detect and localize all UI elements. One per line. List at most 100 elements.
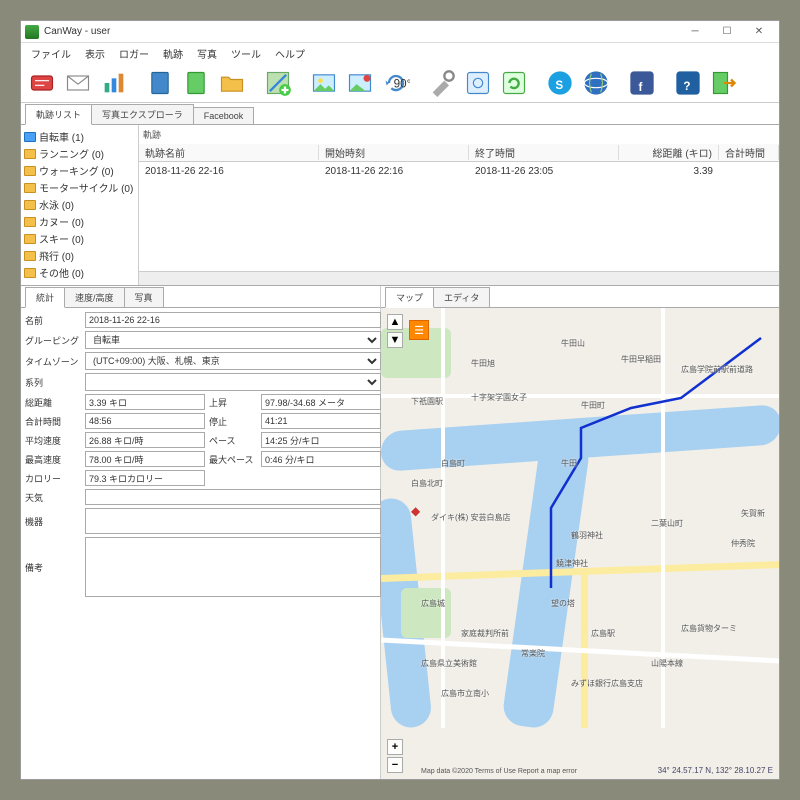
track-list-pane: 軌跡 軌跡名前 開始時刻 終了時間 総距離 (キロ) 合計時間 2018-11-… — [139, 125, 779, 285]
tab-photos[interactable]: 写真 — [124, 287, 164, 307]
table-row[interactable]: 2018-11-26 22-16 2018-11-26 22:16 2018-1… — [139, 162, 779, 180]
maxpace-field[interactable] — [261, 451, 381, 467]
tree-item[interactable]: カヌー (0) — [24, 213, 135, 230]
tab-facebook[interactable]: Facebook — [193, 107, 255, 124]
tree-item[interactable]: ランニング (0) — [24, 145, 135, 162]
detail-form: 名前 グルーピング 自転車 タイムゾーン (UTC+09:00) 大阪、札幌、東… — [21, 308, 380, 601]
close-button[interactable]: ✕ — [743, 22, 775, 42]
tracklist-header: 軌跡名前 開始時刻 終了時間 総距離 (キロ) 合計時間 — [139, 144, 779, 162]
notes-field[interactable] — [85, 537, 381, 597]
name-label: 名前 — [25, 314, 81, 327]
book-blue-icon[interactable] — [143, 66, 177, 100]
tree-item[interactable]: 自転車 (1) — [24, 128, 135, 145]
maxspd-field[interactable] — [85, 451, 205, 467]
group-select[interactable]: 自転車 — [85, 331, 381, 349]
tab-photo-explorer[interactable]: 写真エクスプローラ — [91, 104, 194, 124]
tree-item[interactable]: ウォーキング (0) — [24, 162, 135, 179]
tab-map[interactable]: マップ — [385, 287, 434, 308]
map-canvas[interactable]: ◆ ▲ ▼ ☰ + − 34° 24.57.17 N, 132° 28.10.2… — [381, 308, 779, 779]
pace-field[interactable] — [261, 432, 381, 448]
menu-logger[interactable]: ロガー — [113, 44, 155, 63]
map-add-icon[interactable] — [261, 66, 295, 100]
chart-icon[interactable] — [97, 66, 131, 100]
svg-text:?: ? — [683, 80, 690, 93]
series-select[interactable] — [85, 373, 381, 391]
tree-item[interactable]: モーターサイクル (0) — [24, 179, 135, 196]
tree-item[interactable]: その他 (0) — [24, 264, 135, 281]
map-tabs: マップ エディタ — [381, 286, 779, 308]
tab-tracklist[interactable]: 軌跡リスト — [25, 104, 92, 125]
tab-speed-alt[interactable]: 速度/高度 — [64, 287, 125, 307]
series-label: 系列 — [25, 376, 81, 389]
col-start[interactable]: 開始時刻 — [319, 145, 469, 160]
col-time[interactable]: 合計時間 — [719, 145, 779, 160]
photo-icon[interactable] — [307, 66, 341, 100]
col-end[interactable]: 終了時間 — [469, 145, 619, 160]
menu-track[interactable]: 軌跡 — [157, 44, 189, 63]
menu-help[interactable]: ヘルプ — [269, 44, 311, 63]
tree-item[interactable]: スキー (0) — [24, 230, 135, 247]
map-label: 広島貨物ターミ — [681, 623, 737, 634]
ascent-field[interactable] — [261, 394, 381, 410]
stop-field[interactable] — [261, 413, 381, 429]
gear-field[interactable] — [85, 508, 381, 534]
maxspd-label: 最高速度 — [25, 453, 81, 466]
map-layer-icon[interactable]: ☰ — [409, 320, 429, 340]
tree-item[interactable]: 水泳 (0) — [24, 196, 135, 213]
menu-photo[interactable]: 写真 — [191, 44, 223, 63]
category-tree[interactable]: 自転車 (1)ランニング (0)ウォーキング (0)モーターサイクル (0)水泳… — [21, 125, 139, 285]
avgspd-field[interactable] — [85, 432, 205, 448]
connect-icon[interactable] — [25, 66, 59, 100]
time-field[interactable] — [85, 413, 205, 429]
photo-pin-icon[interactable] — [343, 66, 377, 100]
rotate-icon[interactable]: 90° — [379, 66, 413, 100]
menu-view[interactable]: 表示 — [79, 44, 111, 63]
dist-label: 総距離 — [25, 396, 81, 409]
maximize-button[interactable]: ☐ — [711, 22, 743, 42]
earth-icon[interactable] — [579, 66, 613, 100]
app-window: CanWay - user ─ ☐ ✕ ファイル 表示 ロガー 軌跡 写真 ツー… — [20, 20, 780, 780]
tz-select[interactable]: (UTC+09:00) 大阪、札幌、東京 — [85, 352, 381, 370]
tab-stats[interactable]: 統計 — [25, 287, 65, 308]
dist-field[interactable] — [85, 394, 205, 410]
book-green-icon[interactable] — [179, 66, 213, 100]
zoom-in-button[interactable]: + — [387, 739, 403, 755]
tools-icon[interactable] — [425, 66, 459, 100]
col-name[interactable]: 軌跡名前 — [139, 145, 319, 160]
map-coords: 34° 24.57.17 N, 132° 28.10.27 E — [658, 766, 773, 775]
tab-editor[interactable]: エディタ — [433, 287, 490, 307]
exit-icon[interactable] — [707, 66, 741, 100]
app-icon — [25, 25, 39, 39]
skype-icon[interactable]: S — [543, 66, 577, 100]
refresh-green-icon[interactable] — [497, 66, 531, 100]
top-tabs: 軌跡リスト 写真エクスプローラ Facebook — [21, 103, 779, 125]
tree-item[interactable]: 飛行 (0) — [24, 247, 135, 264]
pace-label: ペース — [209, 434, 257, 447]
mail-icon[interactable] — [61, 66, 95, 100]
weather-field[interactable] — [85, 489, 381, 505]
menu-tool[interactable]: ツール — [225, 44, 267, 63]
map-label: 牛田早稲田 — [621, 354, 661, 365]
window-title: CanWay - user — [44, 26, 679, 37]
map-nav-up-icon[interactable]: ▲ — [387, 314, 403, 330]
zoom-out-button[interactable]: − — [387, 757, 403, 773]
map-label: 下祇園駅 — [411, 396, 443, 407]
map-label: みずほ銀行広島支店 — [571, 678, 643, 689]
map-nav-down-icon[interactable]: ▼ — [387, 332, 403, 348]
help-icon[interactable]: ? — [671, 66, 705, 100]
settings-blue-icon[interactable] — [461, 66, 495, 100]
ascent-label: 上昇 — [209, 396, 257, 409]
avgspd-label: 平均速度 — [25, 434, 81, 447]
map-label: 家庭裁判所前 — [461, 628, 509, 639]
cal-field[interactable] — [85, 470, 205, 486]
folder-open-icon[interactable] — [215, 66, 249, 100]
detail-pane: 統計 速度/高度 写真 名前 グルーピング 自転車 タイムゾーン (UTC+09… — [21, 286, 381, 779]
menu-file[interactable]: ファイル — [25, 44, 77, 63]
name-field[interactable] — [85, 312, 381, 328]
facebook-icon[interactable]: f — [625, 66, 659, 100]
minimize-button[interactable]: ─ — [679, 22, 711, 42]
map-label: 望の塔 — [551, 598, 575, 609]
titlebar: CanWay - user ─ ☐ ✕ — [21, 21, 779, 43]
col-dist[interactable]: 総距離 (キロ) — [619, 145, 719, 160]
h-scrollbar[interactable] — [139, 271, 779, 285]
